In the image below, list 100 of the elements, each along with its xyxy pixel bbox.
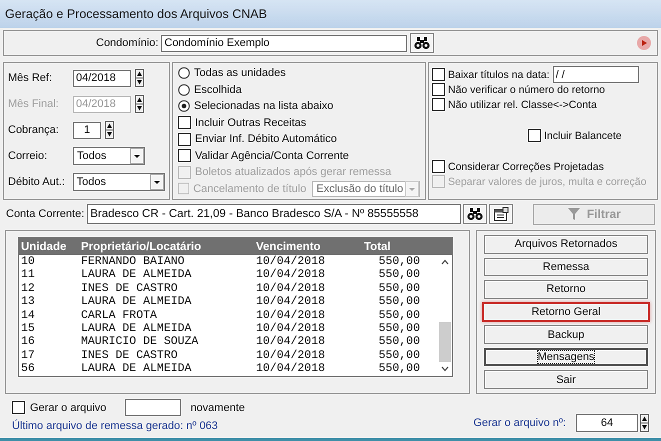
table-cell-text: 10/04/2018 (255, 295, 326, 309)
checkbox[interactable] (12, 401, 25, 414)
binoculars-icon (467, 207, 484, 221)
option-label: Não verificar o número do retorno (448, 84, 605, 96)
checkbox[interactable] (432, 98, 445, 111)
spin-arrows-icon[interactable] (135, 95, 144, 113)
scroll-down-icon[interactable] (441, 366, 449, 372)
option-label: Incluir Balancete (544, 130, 622, 142)
table-cell-text: LAURA DE ALMEIDA (80, 268, 192, 282)
table-cell-text: INES DE CASTRO (80, 282, 179, 296)
checkbox[interactable] (432, 83, 445, 96)
table-cell-text: 10/04/2018 (255, 308, 326, 322)
table-cell-text: 13 (20, 295, 36, 309)
condominio-label: Condomínio: (96, 37, 158, 49)
table-cell-text: 10/04/2018 (255, 335, 326, 349)
checkbox[interactable] (178, 116, 191, 130)
table-cell-text: LAURA DE ALMEIDA (80, 295, 192, 309)
column-header: Total (363, 240, 392, 252)
scroll-up-icon[interactable] (441, 259, 449, 265)
option-label: Não utilizar rel. Classe<->Conta (448, 98, 597, 110)
option-label: Separar valores de juros, multa e correção (448, 176, 646, 188)
field-label: Cobrança: (8, 124, 60, 136)
table-cell-text: 550,00 (378, 308, 421, 322)
spin-arrows-icon[interactable] (135, 69, 144, 87)
search-button[interactable] (410, 33, 434, 53)
column-header: Unidade (20, 240, 68, 252)
search-button[interactable] (463, 204, 488, 224)
option-label: Considerar Correções Projetadas (448, 160, 604, 172)
table-cell-text: 16 (20, 335, 36, 349)
table-cell-text: MAURICIO DE SOUZA (80, 335, 200, 349)
action-button[interactable]: Remessa (484, 258, 648, 276)
radio-button[interactable] (178, 67, 190, 80)
column-header: Proprietário/Locatário (80, 240, 202, 252)
option-label: Cancelamento de título (193, 182, 306, 195)
table-cell-text: 550,00 (378, 335, 421, 349)
spin-field[interactable]: 1 (73, 122, 101, 138)
option-label: Validar Agência/Conta Corrente (195, 150, 349, 162)
dropdown[interactable]: Todos (72, 173, 165, 191)
scrollbar-thumb[interactable] (439, 322, 451, 362)
option-label: Baixar títulos na data: (448, 68, 550, 80)
spin-field[interactable]: 04/2018 (73, 70, 131, 86)
option-label: Escolhida (194, 84, 242, 96)
dropdown[interactable]: Todos (73, 147, 145, 165)
table-cell-text: LAURA DE ALMEIDA (80, 322, 192, 336)
date-field[interactable]: / / (552, 66, 639, 83)
window-title: Geração e Processamento dos Arquivos CNAB (5, 7, 267, 21)
checkbox[interactable] (432, 68, 445, 81)
action-button[interactable]: Arquivos Retornados (484, 235, 648, 254)
field-label: Mês Ref: (8, 72, 54, 84)
table-cell-text: FERNANDO BAIANO (80, 255, 186, 268)
table-cell-text: 550,00 (378, 295, 421, 309)
table-cell-text: 17 (20, 348, 36, 362)
checkbox[interactable] (528, 129, 541, 142)
table-cell-text: 10/04/2018 (255, 268, 326, 282)
action-button[interactable]: Retorno Geral (482, 302, 650, 322)
form-button[interactable] (489, 204, 513, 224)
field-label: Débito Aut.: (8, 176, 66, 188)
file-field[interactable] (125, 399, 182, 416)
spin-arrows-icon[interactable] (640, 414, 649, 432)
option-label: Selecionadas na lista abaixo (194, 100, 334, 112)
table-cell-text: LAURA DE ALMEIDA (80, 362, 192, 376)
table-cell-text: 550,00 (378, 348, 421, 362)
table-cell-text: 12 (20, 282, 36, 296)
conta-corrente-field[interactable]: Bradesco CR - Cart. 21,09 - Banco Bradesco S/A - Nº 85555558 (87, 204, 462, 224)
action-button[interactable]: Backup (484, 325, 648, 344)
table-cell-text: 10/04/2018 (255, 348, 326, 362)
checkbox[interactable] (178, 149, 191, 162)
radio-button[interactable] (178, 100, 190, 112)
radio-button[interactable] (178, 84, 190, 96)
table-cell-text: CARLA FROTA (80, 308, 158, 322)
table-cell-text: 10/04/2018 (255, 255, 326, 268)
regenerate-label: Gerar o arquivo (30, 402, 106, 414)
column-header: Vencimento (255, 240, 322, 252)
field-label: Correio: (8, 150, 48, 162)
binoculars-icon (414, 36, 430, 50)
table-cell-text: 550,00 (378, 282, 421, 296)
action-button[interactable]: Retorno (484, 280, 648, 299)
play-icon[interactable] (637, 36, 651, 50)
table-cell-text: 14 (20, 308, 36, 322)
conta-corrente-label: Conta Corrente: (6, 208, 84, 220)
table-cell-text: 11 (20, 268, 36, 282)
table-cell-text: 550,00 (378, 362, 421, 376)
table-cell-text: 10/04/2018 (255, 282, 326, 296)
last-file-note: Último arquivo de remessa gerado: nº 063 (12, 420, 219, 432)
action-button[interactable]: Sair (484, 370, 648, 389)
condominio-field[interactable]: Condomínio Exemplo (161, 34, 408, 52)
option-label: Boletos atualizados após gerar remessa (195, 166, 392, 178)
table-cell-text: 10/04/2018 (255, 362, 326, 376)
table-cell-text: 56 (20, 362, 36, 376)
table-cell-text: INES DE CASTRO (80, 348, 179, 362)
checkbox[interactable] (178, 132, 191, 146)
table-cell-text: 550,00 (378, 322, 421, 336)
spin-arrows-icon[interactable] (105, 121, 114, 139)
file-number-field[interactable]: 64 (576, 414, 638, 432)
checkbox[interactable] (432, 160, 445, 173)
table-cell-text: 550,00 (378, 268, 421, 282)
form-icon (492, 206, 509, 222)
action-button[interactable]: Mensagens (484, 348, 648, 366)
field-label: Mês Final: (8, 98, 60, 110)
option-label: Todas as unidades (194, 67, 286, 80)
